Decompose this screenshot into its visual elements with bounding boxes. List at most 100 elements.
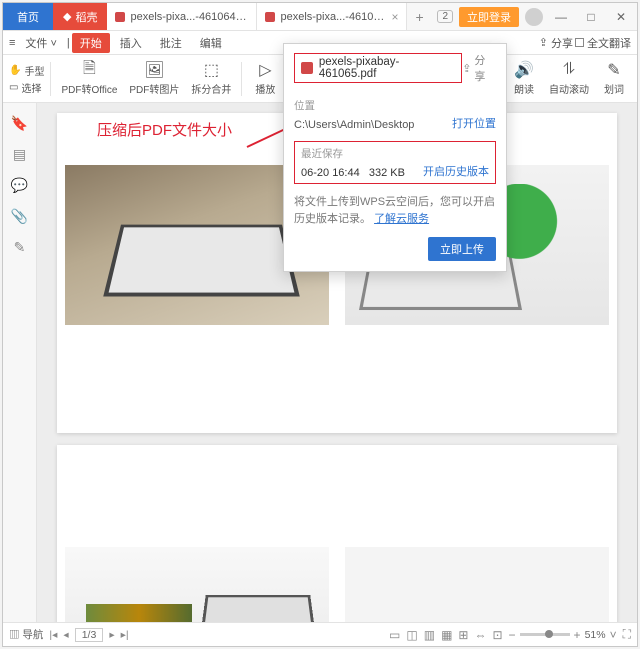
translate-link[interactable]: 全文翻译 [575,35,631,51]
menu-edit[interactable]: 编辑 [192,33,230,53]
open-location-link[interactable]: 打开位置 [452,115,496,131]
view-mode-3[interactable]: ▥ [424,628,435,642]
view-mode-4[interactable]: ▦ [441,628,452,642]
image-icon: 🖼 [144,61,164,79]
pen-icon: ✎ [607,61,620,79]
file-menu[interactable]: 文件 ˅ [17,33,64,53]
split-merge[interactable]: ⬚拆分合并 [187,61,235,96]
hand-tool[interactable]: ✋ 手型 [9,63,44,78]
zoom-value[interactable]: 51% [585,629,606,641]
view-mode-1[interactable]: ▭ [389,628,400,642]
split-label: 拆分合并 [191,81,231,96]
zoom-in-button[interactable]: + [574,628,581,642]
file-label: 文件 [25,38,47,50]
prev-page-button[interactable]: ◂ [63,629,68,641]
hand-label: 手型 [24,63,44,78]
history-link[interactable]: 开启历史版本 [423,163,489,179]
first-page-button[interactable]: |◂ [49,629,57,641]
read-label: 朗读 [514,81,534,96]
underline-label: 划词 [604,81,624,96]
select-label: 选择 [21,80,41,95]
next-page-button[interactable]: ▸ [109,629,114,641]
nav-label: 导航 [22,629,43,641]
zoom-out-button[interactable]: − [509,628,516,642]
avatar[interactable] [525,8,543,26]
square-icon [575,38,584,47]
cloud-service-link[interactable]: 了解云服务 [374,213,429,225]
auto-scroll-label: 自动滚动 [549,81,589,96]
hamburger-icon[interactable]: ≡ [9,37,15,49]
document-tab-1[interactable]: pexels-pixa...-461064.pdf [107,3,257,30]
pdf-icon [115,12,125,22]
play-icon: ▷ [259,61,271,79]
view-mode-2[interactable]: ◫ [406,628,417,642]
file-info-popover: pexels-pixabay-461065.pdf ⇪分享 位置 C:\User… [283,43,507,272]
close-tab-icon[interactable]: × [391,10,398,24]
zoom-slider[interactable] [520,633,570,636]
bookmark-icon[interactable]: 🔖 [11,115,28,132]
popover-share[interactable]: ⇪分享 [462,52,496,84]
attachment-icon[interactable]: 📎 [11,208,28,225]
menu-annotate[interactable]: 批注 [152,33,190,53]
fullscreen-button[interactable]: ⛶ [623,627,631,642]
underline-tool[interactable]: ✎ 划词 [597,61,631,96]
home-tab[interactable]: 首页 [3,3,53,30]
upload-button[interactable]: 立即上传 [428,237,496,261]
fit-page[interactable]: ⊡ [492,628,502,642]
pdf-icon [265,12,275,22]
share-label: 分享 [474,52,496,84]
play-label: 播放 [255,81,275,96]
popover-filename: pexels-pixabay-461065.pdf [319,56,455,80]
auto-scroll[interactable]: ⥮ 自动滚动 [545,61,593,96]
recent-save-label: 最近保存 [301,146,489,161]
close-button[interactable]: ✕ [609,10,633,24]
pdf-to-image[interactable]: 🖼 PDF转图片 [125,61,183,96]
left-sidebar: 🔖 ▤ 💬 📎 ✎ [3,103,37,622]
login-button[interactable]: 立即登录 [459,7,519,27]
shell-tab[interactable]: ◆ 稻壳 [53,3,107,30]
minimize-button[interactable]: — [549,10,573,24]
share-link[interactable]: ⇪分享 [539,35,573,51]
image-bottom [65,547,329,622]
tab-label: pexels-pixa...-461065.pdf [280,11,386,23]
shell-icon: ◆ [63,10,71,23]
file-path: C:\Users\Admin\Desktop [294,119,414,131]
pdf-page-2 [57,445,617,622]
document-tab-2[interactable]: pexels-pixa...-461065.pdf × [257,3,407,30]
view-mode-5[interactable]: ⊞ [458,628,468,642]
read-aloud[interactable]: 🔊 朗读 [507,61,541,96]
add-tab-button[interactable]: + [407,3,431,30]
outline-icon[interactable]: ▤ [13,146,26,163]
popover-filename-box: pexels-pixabay-461065.pdf [294,53,462,83]
signature-icon[interactable]: ✎ [14,239,26,256]
zoom-dropdown-icon[interactable]: ˅ [610,628,617,642]
image-bottom-right [345,547,609,622]
title-bar: 首页 ◆ 稻壳 pexels-pixa...-461064.pdf pexels… [3,3,637,31]
tab-label: pexels-pixa...-461064.pdf [130,11,248,23]
pdf-office-label: PDF转Office [61,81,117,96]
pdf-icon [301,62,313,74]
last-page-button[interactable]: ▸| [121,629,129,641]
select-tool[interactable]: ▭ 选择 [9,80,44,95]
cloud-hint: 将文件上传到WPS云空间后，您可以开启历史版本记录。 了解云服务 [284,190,506,237]
pdf-to-office[interactable]: 🗎 PDF转Office [57,61,121,96]
page-indicator[interactable]: 1/3 [75,628,104,642]
recent-size: 332 KB [369,167,405,179]
recent-time: 06-20 16:44 [301,167,360,179]
scroll-icon: ⥮ [563,61,575,79]
menu-start[interactable]: 开始 [72,33,110,53]
speaker-icon: 🔊 [514,61,534,79]
convert-icon: 🗎 [83,61,96,79]
fit-width[interactable]: ⇔ [474,628,486,642]
play-button[interactable]: ▷ 播放 [248,61,282,96]
menu-insert[interactable]: 插入 [112,33,150,53]
shell-label: 稻壳 [75,9,97,25]
nav-toggle[interactable]: ▥ 导航 [9,627,43,642]
recent-save-box: 最近保存 06-20 16:44 332 KB 开启历史版本 [294,141,496,184]
location-label: 位置 [294,98,496,113]
pdf-image-label: PDF转图片 [129,81,179,96]
translate-label: 全文翻译 [587,35,631,51]
comment-icon[interactable]: 💬 [11,177,28,194]
maximize-button[interactable]: □ [579,10,603,24]
notification-badge[interactable]: 2 [437,10,453,23]
